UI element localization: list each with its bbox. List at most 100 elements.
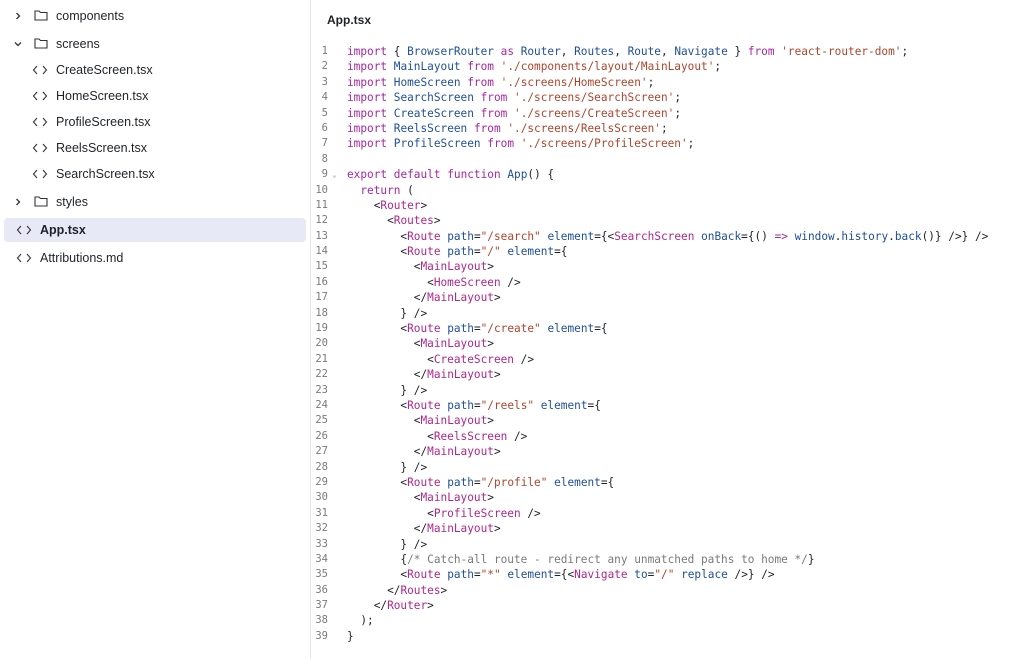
line-number: 2 — [321, 60, 328, 73]
line-number: 14 — [315, 245, 328, 258]
line-number: 1 — [321, 45, 328, 57]
file-profile-screen[interactable]: ProfileScreen.tsx — [4, 110, 306, 134]
code-line: 15 <MainLayout> — [312, 259, 1012, 274]
code-text: <Router> — [347, 198, 428, 212]
line-number: 22 — [315, 368, 328, 381]
code-text: } /> — [347, 306, 428, 320]
code-text: import CreateScreen from './screens/Crea… — [347, 106, 681, 120]
code-line: 36 </Routes> — [312, 583, 1012, 598]
code-line: 18 } /> — [312, 306, 1012, 321]
tree-item-label: ReelsScreen.tsx — [56, 141, 148, 155]
code-line: 24 <Route path="/reels" element={ — [312, 398, 1012, 413]
editor-filename: App.tsx — [327, 13, 372, 27]
code-text: export default function App() { — [347, 168, 555, 182]
code-line: 31 <ProfileScreen /> — [312, 506, 1012, 521]
line-number: 18 — [315, 306, 328, 319]
tree-item-label: SearchScreen.tsx — [56, 167, 155, 181]
line-number: 19 — [315, 322, 328, 335]
line-number: 35 — [315, 568, 328, 581]
code-text: import ReelsScreen from './screens/Reels… — [347, 121, 668, 135]
code-text: <Routes> — [347, 214, 441, 228]
code-text: import HomeScreen from './screens/HomeSc… — [347, 75, 655, 89]
line-number: 29 — [315, 475, 328, 488]
line-number: 25 — [315, 414, 328, 427]
code-text: import { BrowserRouter as Router, Routes… — [347, 45, 909, 58]
folder-styles[interactable]: styles — [4, 190, 306, 214]
tree-item-label: styles — [56, 195, 88, 209]
tree-item-label: components — [56, 9, 125, 23]
code-line: 30 <MainLayout> — [312, 490, 1012, 505]
chevron-down-icon[interactable] — [12, 38, 24, 50]
line-number: 30 — [315, 491, 328, 504]
code-area[interactable]: 1 import { BrowserRouter as Router, Route… — [312, 44, 1012, 644]
code-text: <ProfileScreen /> — [347, 506, 541, 520]
code-line: 13 <Route path="/search" element={<Searc… — [312, 229, 1012, 244]
line-number: 17 — [315, 291, 328, 304]
code-editor[interactable]: App.tsx 1 import { BrowserRouter as Route… — [312, 0, 1012, 659]
code-line: 6 import ReelsScreen from './screens/Reel… — [312, 121, 1012, 136]
file-search-screen[interactable]: SearchScreen.tsx — [4, 162, 306, 186]
code-file-icon — [16, 224, 32, 236]
code-text: {/* Catch-all route - redirect any unmat… — [347, 552, 815, 566]
line-number: 26 — [315, 429, 328, 442]
file-create-screen[interactable]: CreateScreen.tsx — [4, 58, 306, 82]
tree-item-label: Attributions.md — [40, 251, 124, 265]
chevron-right-icon[interactable] — [12, 196, 24, 208]
code-line: 19 <Route path="/create" element={ — [312, 321, 1012, 336]
code-line: 27 </MainLayout> — [312, 444, 1012, 459]
code-line: 8 — [312, 152, 1012, 167]
file-explorer: components screens CreateScreen.tsx Home… — [0, 0, 311, 659]
code-text: } /> — [347, 460, 428, 474]
line-number: 33 — [315, 537, 328, 550]
code-text: </MainLayout> — [347, 522, 501, 536]
code-line: 1 import { BrowserRouter as Router, Route… — [312, 44, 1012, 59]
folder-components[interactable]: components — [4, 4, 306, 28]
code-text: </MainLayout> — [347, 291, 501, 305]
code-text: <HomeScreen /> — [347, 275, 521, 289]
code-line: 10 return ( — [312, 183, 1012, 198]
code-text: import ProfileScreen from './screens/Pro… — [347, 137, 695, 151]
line-number: 20 — [315, 337, 328, 350]
code-text: </Router> — [347, 599, 434, 613]
line-number: 37 — [315, 599, 328, 612]
code-text: </MainLayout> — [347, 368, 501, 382]
code-text: } /> — [347, 383, 428, 397]
code-file-icon — [32, 116, 48, 128]
code-text: <ReelsScreen /> — [347, 429, 528, 443]
folder-icon — [34, 37, 50, 51]
folder-icon — [34, 195, 50, 209]
line-number: 36 — [315, 583, 328, 596]
code-text: <MainLayout> — [347, 414, 494, 428]
file-home-screen[interactable]: HomeScreen.tsx — [4, 84, 306, 108]
code-text: <Route path="/reels" element={ — [347, 398, 601, 412]
code-line: 5 import CreateScreen from './screens/Cre… — [312, 106, 1012, 121]
code-line: 38 ); — [312, 613, 1012, 628]
code-line: 2 import MainLayout from './components/la… — [312, 59, 1012, 74]
line-number: 6 — [321, 121, 328, 134]
file-attributions-md[interactable]: Attributions.md — [4, 246, 306, 270]
folder-icon — [34, 9, 50, 23]
fold-toggle-icon[interactable]: ⌄ — [332, 167, 337, 182]
code-line: 32 </MainLayout> — [312, 521, 1012, 536]
code-line: 3 import HomeScreen from './screens/HomeS… — [312, 75, 1012, 90]
code-line: 23 } /> — [312, 383, 1012, 398]
code-line: 11 <Router> — [312, 198, 1012, 213]
line-number: 4 — [321, 91, 328, 104]
file-reels-screen[interactable]: ReelsScreen.tsx — [4, 136, 306, 160]
code-line: 39} — [312, 629, 1012, 644]
line-number: 39 — [315, 629, 328, 642]
code-line: 26 <ReelsScreen /> — [312, 429, 1012, 444]
line-number: 5 — [321, 106, 328, 119]
code-line: 34 {/* Catch-all route - redirect any un… — [312, 552, 1012, 567]
chevron-right-icon[interactable] — [12, 10, 24, 22]
code-text: <Route path="/" element={ — [347, 245, 568, 259]
code-text: <Route path="/create" element={ — [347, 322, 608, 336]
tree-item-label: HomeScreen.tsx — [56, 89, 149, 103]
file-app-tsx[interactable]: App.tsx — [4, 218, 306, 242]
code-line: 37 </Router> — [312, 598, 1012, 613]
code-line: 25 <MainLayout> — [312, 413, 1012, 428]
folder-screens[interactable]: screens — [4, 32, 306, 56]
line-number: 38 — [315, 614, 328, 627]
line-number: 27 — [315, 445, 328, 458]
code-text: <MainLayout> — [347, 337, 494, 351]
